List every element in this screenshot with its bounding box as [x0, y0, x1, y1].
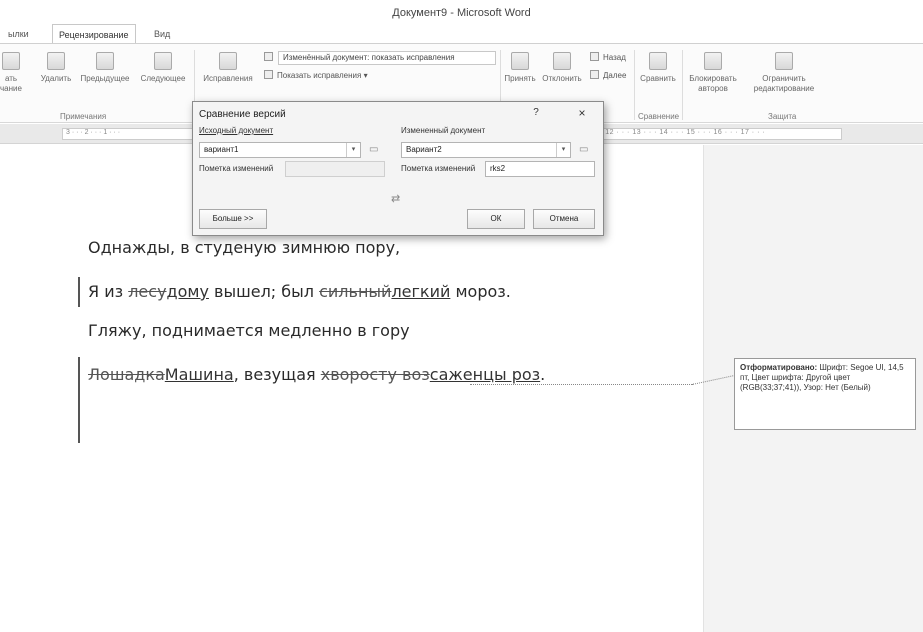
folder-icon[interactable]: ▭: [369, 144, 383, 156]
revised-mark-label: Пометка изменений: [401, 164, 476, 173]
swap-documents-icon[interactable]: ⇄: [391, 192, 400, 205]
tab-links[interactable]: ылки: [2, 24, 35, 44]
next-comment-icon: [154, 52, 172, 70]
revised-mark-input[interactable]: rks2: [485, 161, 595, 177]
original-document-value: вариант1: [204, 145, 239, 154]
block-authors-button[interactable]: Блокировать авторов: [686, 52, 740, 94]
previous-change-button[interactable]: Назад: [590, 52, 626, 64]
previous-comment-button[interactable]: Предыдущее: [78, 52, 132, 84]
more-button[interactable]: Больше >>: [199, 209, 267, 229]
help-button[interactable]: ?: [529, 107, 543, 118]
previous-change-label: Назад: [603, 53, 626, 62]
ok-button[interactable]: ОК: [467, 209, 525, 229]
deleted-text: сильный: [319, 282, 392, 301]
accept-button[interactable]: Принять: [503, 52, 537, 84]
original-mark-input[interactable]: [285, 161, 385, 177]
ruler-ticks-left: 3 · · · 2 · · · 1 · · ·: [66, 129, 121, 136]
tab-review[interactable]: Рецензирование: [52, 24, 136, 44]
accept-label: Принять: [504, 74, 536, 83]
comment-icon: [2, 52, 20, 70]
text-run: вышел; был: [208, 282, 320, 301]
compare-group-label: Сравнение: [638, 112, 680, 121]
compare-versions-dialog: Сравнение версий ? × Исходный документ в…: [192, 101, 604, 236]
previous-comment-icon: [96, 52, 114, 70]
ribbon-tabs: ылки Рецензирование Вид: [0, 24, 923, 44]
inserted-text: Машина: [164, 365, 234, 384]
chevron-down-icon[interactable]: ▾: [346, 143, 360, 157]
track-changes-label: Исправления: [203, 74, 253, 83]
restrict-editing-icon: [775, 52, 793, 70]
tab-view[interactable]: Вид: [148, 24, 176, 44]
show-markup-icon: [264, 70, 273, 79]
document-line-3[interactable]: Гляжу, поднимается медленно в гору: [88, 321, 410, 340]
markup-mode-icon: [264, 52, 273, 61]
document-line-4[interactable]: ЛошадкаМашина, везущая хворосту возсажен…: [88, 365, 545, 384]
delete-comment-button[interactable]: Удалить: [36, 52, 76, 84]
title-bar: Документ9 - Microsoft Word: [0, 0, 923, 22]
reject-icon: [553, 52, 571, 70]
dialog-title: Сравнение версий: [199, 109, 286, 120]
original-document-combo[interactable]: вариант1 ▾: [199, 142, 361, 158]
inserted-text: саженцы роз: [429, 365, 541, 384]
inserted-text: легкий: [391, 282, 451, 301]
ruler-ticks-right: · 12 · · · 13 · · · 14 · · · 15 · · · 16…: [600, 129, 766, 136]
revised-document-label: Измененный документ: [401, 126, 486, 135]
compare-label: Сравнить: [640, 74, 676, 83]
window-title: Документ9 - Microsoft Word: [392, 7, 531, 19]
balloon-connector: [470, 384, 692, 385]
next-change-icon: [590, 70, 599, 79]
deleted-text: лесу: [128, 282, 167, 301]
compare-button[interactable]: Сравнить: [638, 52, 678, 84]
document-line-1[interactable]: Однажды, в студеную зимнюю пору,: [88, 238, 400, 257]
comments-group-label: Примечания: [60, 112, 107, 121]
delete-comment-label: Удалить: [40, 74, 72, 83]
track-changes-icon: [219, 52, 237, 70]
next-change-button[interactable]: Далее: [590, 70, 626, 82]
formatting-balloon[interactable]: Отформатировано: Шрифт: Segoe UI, 14,5 п…: [734, 358, 916, 430]
show-markup-mode-row: [264, 52, 277, 64]
cancel-button[interactable]: Отмена: [533, 209, 595, 229]
revised-document-value: Вариант2: [406, 145, 442, 154]
block-authors-label: Блокировать авторов: [689, 74, 737, 93]
chevron-down-icon[interactable]: ▾: [556, 143, 570, 157]
restrict-editing-label: Ограничить редактирование: [753, 74, 815, 93]
display-for-review-select[interactable]: Изменённый документ: показать исправлени…: [278, 51, 496, 65]
accept-icon: [511, 52, 529, 70]
revised-document-combo[interactable]: Вариант2 ▾: [401, 142, 571, 158]
deleted-text: хворосту воз: [320, 365, 430, 384]
deleted-text: Лошадка: [88, 365, 165, 384]
new-comment-button[interactable]: ать чание: [0, 52, 22, 94]
folder-icon[interactable]: ▭: [579, 144, 593, 156]
text-run: .: [540, 365, 546, 384]
restrict-editing-button[interactable]: Ограничить редактирование: [744, 52, 824, 94]
next-change-label: Далее: [603, 71, 627, 80]
inserted-text: дому: [166, 282, 209, 301]
text-run: мороз.: [450, 282, 511, 301]
block-authors-icon: [704, 52, 722, 70]
text-run: Я из: [88, 282, 129, 301]
show-markup-button[interactable]: Показать исправления ▾: [264, 70, 368, 82]
text-run: , везущая: [233, 365, 321, 384]
compare-icon: [649, 52, 667, 70]
change-bar: [78, 277, 80, 307]
reject-button[interactable]: Отклонить: [540, 52, 584, 84]
original-mark-label: Пометка изменений: [199, 164, 274, 173]
previous-change-icon: [590, 52, 599, 61]
previous-comment-label: Предыдущее: [80, 74, 130, 83]
reject-label: Отклонить: [542, 74, 582, 83]
original-document-label: Исходный документ: [199, 126, 274, 135]
protect-group-label: Защита: [768, 112, 797, 121]
group-separator: [682, 50, 683, 120]
track-changes-button[interactable]: Исправления: [198, 52, 258, 84]
show-markup-label: Показать исправления: [277, 71, 362, 80]
close-button[interactable]: ×: [573, 106, 591, 120]
delete-comment-icon: [47, 52, 65, 70]
document-line-2[interactable]: Я из лесудому вышел; был сильныйлегкий м…: [88, 282, 511, 301]
balloon-heading: Отформатировано:: [740, 363, 818, 372]
change-bar: [78, 357, 80, 443]
new-comment-label: ать чание: [0, 74, 22, 93]
group-separator: [634, 50, 635, 120]
next-comment-label: Следующее: [140, 74, 186, 83]
next-comment-button[interactable]: Следующее: [136, 52, 190, 84]
